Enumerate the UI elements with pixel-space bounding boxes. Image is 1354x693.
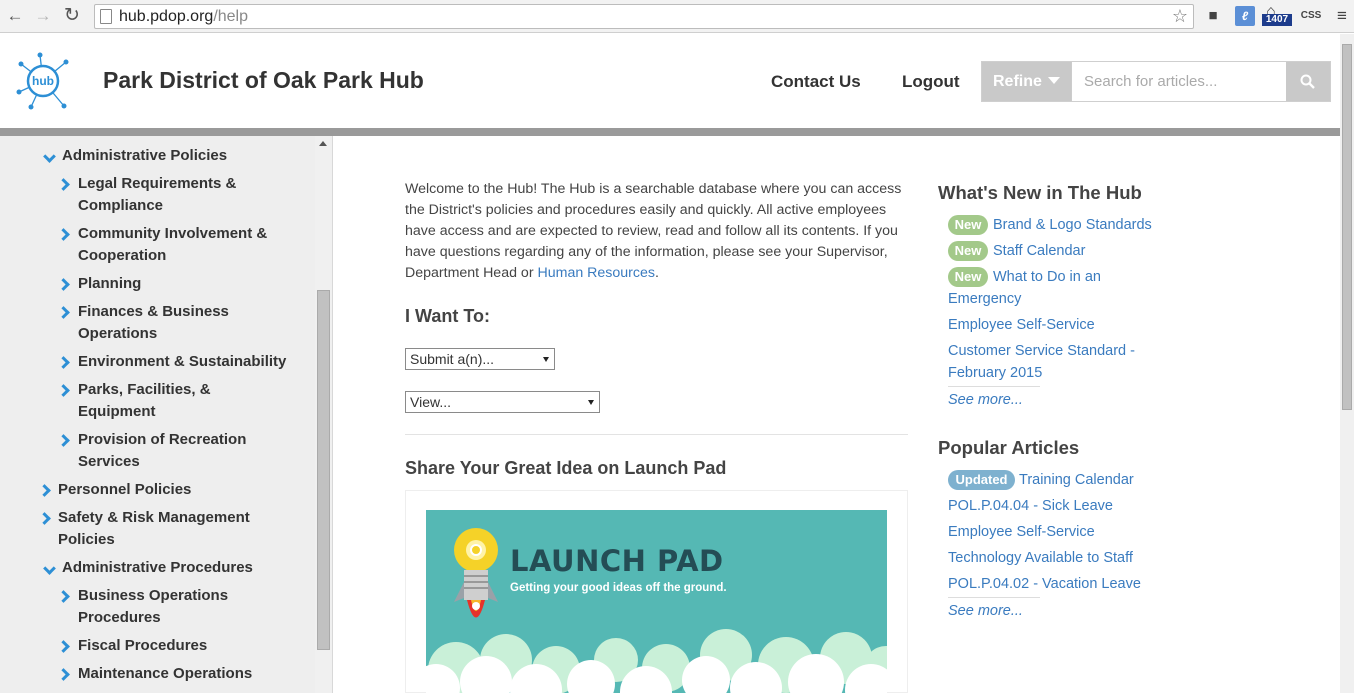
svg-text:hub: hub xyxy=(32,74,54,88)
new-badge: New xyxy=(948,215,988,235)
i-want-to-heading: I Want To: xyxy=(405,306,490,326)
url-text: hub.pdop.org/help xyxy=(119,8,249,25)
sidebar-item-planning[interactable]: Planning xyxy=(78,273,141,295)
search-bar: Refine xyxy=(981,61,1331,102)
list-divider xyxy=(948,386,1040,387)
counter-extension-icon[interactable]: ⌂ 1407 xyxy=(1262,3,1292,26)
new-badge: New xyxy=(948,267,988,287)
list-divider xyxy=(948,597,1040,598)
reload-icon[interactable]: ↻ xyxy=(62,6,82,26)
refine-label: Refine xyxy=(993,73,1042,90)
whats-new-heading: What's New in The Hub xyxy=(938,182,1142,203)
search-input[interactable] xyxy=(1072,62,1286,101)
search-button[interactable] xyxy=(1286,62,1330,101)
sidebar-item-fiscal-procedures[interactable]: Fiscal Procedures xyxy=(78,635,207,657)
see-more-link[interactable]: See more... xyxy=(948,392,1023,408)
chevron-down-icon xyxy=(588,400,594,405)
site-title[interactable]: Park District of Oak Park Hub xyxy=(103,67,424,94)
human-resources-link[interactable]: Human Resources xyxy=(537,265,655,281)
whats-new-item[interactable]: Staff Calendar xyxy=(993,240,1085,262)
scroll-up-icon[interactable] xyxy=(319,141,327,146)
sidebar-item-community-involvement[interactable]: Community Involvement & Cooperation xyxy=(78,223,267,267)
whats-new-item-continued[interactable]: Emergency xyxy=(948,288,1021,310)
whats-new-item[interactable]: What to Do in an xyxy=(993,266,1101,288)
welcome-text: Welcome to the Hub! The Hub is a searcha… xyxy=(405,181,902,281)
page-icon xyxy=(100,9,112,24)
sidebar-item-administrative-policies[interactable]: Administrative Policies xyxy=(62,145,227,167)
chevron-right-icon[interactable] xyxy=(57,434,70,447)
whats-new-item[interactable]: Employee Self-Service xyxy=(948,314,1095,336)
launch-pad-banner[interactable]: LAUNCH PAD Getting your good ideas off t… xyxy=(426,510,887,693)
extension-icon[interactable]: ℓ xyxy=(1235,6,1255,26)
evernote-icon[interactable]: ■ xyxy=(1204,6,1222,26)
banner-subtitle: Getting your good ideas off the ground. xyxy=(510,582,727,594)
sidebar-item-personnel-policies[interactable]: Personnel Policies xyxy=(58,479,191,501)
popular-article-item[interactable]: POL.P.04.02 - Vacation Leave xyxy=(948,573,1141,595)
hub-logo[interactable]: hub xyxy=(14,52,72,110)
chevron-down-icon[interactable] xyxy=(43,562,56,575)
back-icon[interactable]: ← xyxy=(5,6,25,26)
chevron-down-icon xyxy=(543,357,549,362)
chevron-right-icon[interactable] xyxy=(57,668,70,681)
chevron-down-icon xyxy=(1047,77,1060,84)
chevron-right-icon[interactable] xyxy=(57,278,70,291)
chevron-right-icon[interactable] xyxy=(57,640,70,653)
sidebar-item-administrative-procedures[interactable]: Administrative Procedures xyxy=(62,557,253,579)
chevron-right-icon[interactable] xyxy=(57,384,70,397)
chevron-right-icon[interactable] xyxy=(57,228,70,241)
sidebar-nav: Administrative Policies Legal Requiremen… xyxy=(0,136,333,693)
chevron-right-icon[interactable] xyxy=(38,484,51,497)
chevron-right-icon[interactable] xyxy=(57,356,70,369)
banner-title: LAUNCH PAD xyxy=(510,544,724,578)
sidebar-item-safety-risk[interactable]: Safety & Risk Management Policies xyxy=(58,507,250,551)
sidebar-item-parks-facilities[interactable]: Parks, Facilities, & Equipment xyxy=(78,379,211,423)
page-scroll-thumb[interactable] xyxy=(1342,44,1352,410)
popular-article-item[interactable]: Technology Available to Staff xyxy=(948,547,1133,569)
address-bar[interactable]: hub.pdop.org/help ☆ xyxy=(94,4,1194,29)
rocket-bulb-icon xyxy=(426,528,887,693)
sidebar-item-business-operations[interactable]: Business Operations Procedures xyxy=(78,585,228,629)
see-more-link[interactable]: See more... xyxy=(948,603,1023,619)
forward-icon[interactable]: → xyxy=(33,6,53,26)
updated-badge: Updated xyxy=(948,470,1015,490)
new-badge: New xyxy=(948,241,988,261)
whats-new-item-continued[interactable]: February 2015 xyxy=(948,362,1042,384)
launch-pad-heading: Share Your Great Idea on Launch Pad xyxy=(405,458,727,478)
chevron-down-icon[interactable] xyxy=(43,150,56,163)
bookmark-star-icon[interactable]: ☆ xyxy=(1172,6,1188,27)
whats-new-item[interactable]: Brand & Logo Standards xyxy=(993,214,1152,236)
sidebar-item-finances[interactable]: Finances & Business Operations xyxy=(78,301,229,345)
popular-article-item[interactable]: Employee Self-Service xyxy=(948,521,1095,543)
popular-articles-heading: Popular Articles xyxy=(938,437,1080,458)
sidebar-scroll-thumb[interactable] xyxy=(317,290,330,650)
contact-us-link[interactable]: Contact Us xyxy=(771,72,861,92)
sidebar-item-legal-requirements[interactable]: Legal Requirements & Compliance xyxy=(78,173,236,217)
refine-dropdown[interactable]: Refine xyxy=(982,62,1071,101)
site-header: hub Park District of Oak Park Hub Contac… xyxy=(0,34,1354,128)
logout-link[interactable]: Logout xyxy=(902,72,960,92)
sidebar-scrollbar[interactable] xyxy=(315,136,332,693)
chevron-right-icon[interactable] xyxy=(57,590,70,603)
view-select[interactable]: View... xyxy=(405,391,600,413)
page-scrollbar[interactable] xyxy=(1340,34,1354,693)
sidebar-item-maintenance-operations[interactable]: Maintenance Operations xyxy=(78,663,252,685)
browser-toolbar: ← → ↻ hub.pdop.org/help ☆ ■ ℓ ⌂ 1407 CSS… xyxy=(0,0,1354,33)
chevron-right-icon[interactable] xyxy=(57,306,70,319)
sidebar-item-provision-recreation[interactable]: Provision of Recreation Services xyxy=(78,429,246,473)
header-divider xyxy=(0,128,1340,136)
popular-article-item[interactable]: POL.P.04.04 - Sick Leave xyxy=(948,495,1113,517)
popular-article-item[interactable]: Training Calendar xyxy=(1019,469,1134,491)
sidebar-item-environment[interactable]: Environment & Sustainability xyxy=(78,351,286,373)
submit-select[interactable]: Submit a(n)... xyxy=(405,348,555,370)
chevron-right-icon[interactable] xyxy=(57,178,70,191)
search-icon xyxy=(1300,74,1315,89)
whats-new-item[interactable]: Customer Service Standard - xyxy=(948,340,1135,362)
chevron-right-icon[interactable] xyxy=(38,512,51,525)
menu-icon[interactable]: ≡ xyxy=(1334,6,1350,26)
css-extension-icon[interactable]: CSS xyxy=(1298,6,1324,26)
section-divider xyxy=(405,434,908,435)
